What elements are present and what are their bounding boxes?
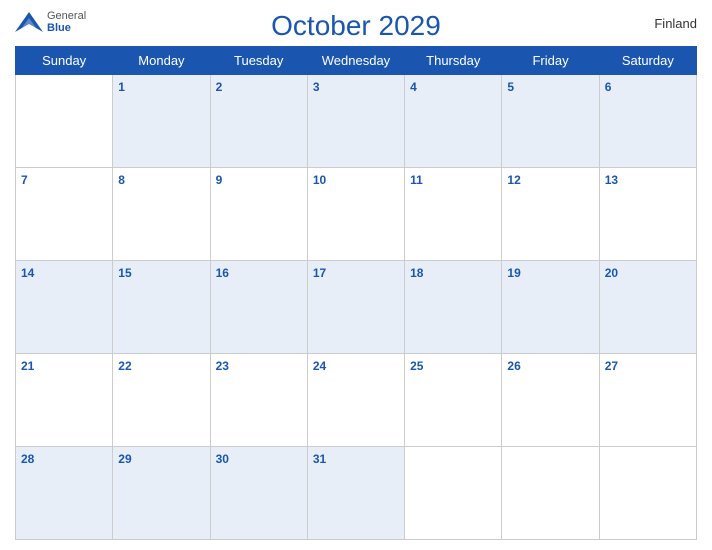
week-row-1: 7 8 9 10 11 12 13 [16, 168, 697, 261]
day-number: 20 [605, 266, 618, 280]
day-number: 15 [118, 266, 131, 280]
day-number: 21 [21, 359, 34, 373]
header-wednesday: Wednesday [307, 47, 404, 75]
calendar-cell: 17 [307, 261, 404, 354]
calendar-cell: 24 [307, 354, 404, 447]
header-friday: Friday [502, 47, 599, 75]
day-number: 22 [118, 359, 131, 373]
day-number: 29 [118, 452, 131, 466]
calendar-cell: 16 [210, 261, 307, 354]
day-number: 2 [216, 80, 223, 94]
calendar-cell: 23 [210, 354, 307, 447]
day-number: 8 [118, 173, 125, 187]
day-number: 6 [605, 80, 612, 94]
logo: General Blue [15, 10, 86, 34]
calendar-cell: 31 [307, 447, 404, 540]
week-row-4: 28 29 30 31 [16, 447, 697, 540]
calendar-cell: 19 [502, 261, 599, 354]
calendar-title: October 2029 [271, 10, 441, 42]
calendar-cell: 15 [113, 261, 210, 354]
day-number: 19 [507, 266, 520, 280]
calendar-cell: 21 [16, 354, 113, 447]
day-number: 17 [313, 266, 326, 280]
week-row-0: 1 2 3 4 5 6 [16, 75, 697, 168]
calendar-cell: 20 [599, 261, 696, 354]
calendar-cell: 8 [113, 168, 210, 261]
calendar-cell: 10 [307, 168, 404, 261]
day-number: 1 [118, 80, 125, 94]
day-number: 27 [605, 359, 618, 373]
calendar-cell: 18 [405, 261, 502, 354]
calendar-cell: 25 [405, 354, 502, 447]
day-number: 10 [313, 173, 326, 187]
calendar-cell: 9 [210, 168, 307, 261]
day-number: 16 [216, 266, 229, 280]
logo-icon [15, 12, 43, 32]
calendar-cell: 7 [16, 168, 113, 261]
logo-general-text: General [47, 10, 86, 22]
header-sunday: Sunday [16, 47, 113, 75]
calendar-cell [16, 75, 113, 168]
calendar-cell: 26 [502, 354, 599, 447]
day-number: 25 [410, 359, 423, 373]
day-number: 24 [313, 359, 326, 373]
day-number: 30 [216, 452, 229, 466]
calendar-cell: 4 [405, 75, 502, 168]
calendar-cell: 12 [502, 168, 599, 261]
day-number: 4 [410, 80, 417, 94]
calendar-cell: 30 [210, 447, 307, 540]
day-number: 7 [21, 173, 28, 187]
calendar-cell: 1 [113, 75, 210, 168]
day-number: 11 [410, 173, 423, 187]
day-headers-row: Sunday Monday Tuesday Wednesday Thursday… [16, 47, 697, 75]
day-number: 13 [605, 173, 618, 187]
header-saturday: Saturday [599, 47, 696, 75]
calendar-cell [502, 447, 599, 540]
day-number: 26 [507, 359, 520, 373]
calendar-cell [599, 447, 696, 540]
header-tuesday: Tuesday [210, 47, 307, 75]
week-row-2: 14 15 16 17 18 19 20 [16, 261, 697, 354]
calendar-cell: 29 [113, 447, 210, 540]
calendar-cell: 13 [599, 168, 696, 261]
calendar-cell: 27 [599, 354, 696, 447]
calendar-cell: 11 [405, 168, 502, 261]
calendar-cell: 22 [113, 354, 210, 447]
day-number: 12 [507, 173, 520, 187]
day-number: 23 [216, 359, 229, 373]
week-row-3: 21 22 23 24 25 26 27 [16, 354, 697, 447]
day-number: 28 [21, 452, 34, 466]
calendar-cell: 5 [502, 75, 599, 168]
day-number: 9 [216, 173, 223, 187]
header-thursday: Thursday [405, 47, 502, 75]
calendar-cell: 2 [210, 75, 307, 168]
day-number: 5 [507, 80, 514, 94]
calendar-header: General Blue October 2029 Finland [15, 10, 697, 42]
day-number: 14 [21, 266, 34, 280]
calendar-cell: 6 [599, 75, 696, 168]
logo-blue-text: Blue [47, 22, 71, 34]
calendar-cell: 3 [307, 75, 404, 168]
calendar-table: Sunday Monday Tuesday Wednesday Thursday… [15, 46, 697, 540]
day-number: 18 [410, 266, 423, 280]
header-monday: Monday [113, 47, 210, 75]
calendar-cell: 14 [16, 261, 113, 354]
day-number: 3 [313, 80, 320, 94]
day-number: 31 [313, 452, 326, 466]
country-label: Finland [654, 16, 697, 31]
calendar-cell [405, 447, 502, 540]
calendar-cell: 28 [16, 447, 113, 540]
